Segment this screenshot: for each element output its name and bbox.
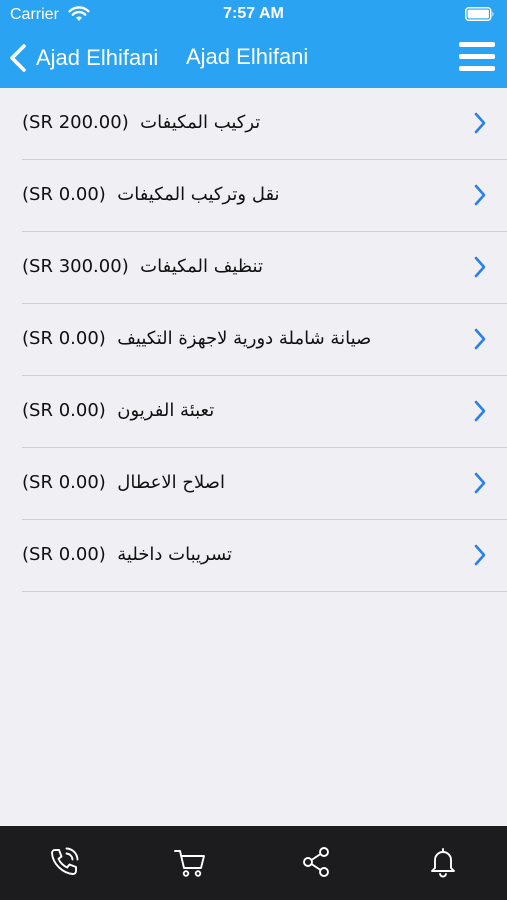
service-label: صيانة شاملة دورية لاجهزة التكييف (0.00 S…: [22, 328, 371, 354]
service-name: نقل وتركيب المكيفات: [117, 184, 280, 205]
page-title: Ajad Elhifani: [186, 44, 309, 69]
service-name: اصلاح الاعطال: [117, 472, 225, 493]
battery-icon: [465, 7, 494, 21]
chevron-right-icon: [474, 328, 486, 350]
share-icon: [303, 847, 329, 877]
service-name: تركيب المكيفات: [140, 112, 261, 133]
list-item[interactable]: تنظيف المكيفات (300.00 SR): [0, 232, 507, 304]
back-label: Ajad Elhifani: [36, 45, 159, 70]
service-name: تنظيف المكيفات: [140, 256, 263, 277]
chevron-right-icon: [474, 184, 486, 206]
service-price: (0.00 SR): [22, 328, 106, 349]
cart-icon: [174, 850, 205, 877]
service-label: تركيب المكيفات (200.00 SR): [22, 112, 260, 138]
bottom-tab-bar: [0, 826, 507, 900]
menu-icon: [459, 42, 495, 47]
service-price: (0.00 SR): [22, 184, 106, 205]
list-item[interactable]: صيانة شاملة دورية لاجهزة التكييف (0.00 S…: [0, 304, 507, 376]
list-item[interactable]: تركيب المكيفات (200.00 SR): [0, 88, 507, 160]
chevron-right-icon: [474, 472, 486, 494]
status-bar: Carrier 7:57 AM: [0, 0, 507, 30]
service-label: نقل وتركيب المكيفات (0.00 SR): [22, 184, 280, 210]
service-label: تعبئة الفريون (0.00 SR): [22, 400, 214, 426]
service-label: تنظيف المكيفات (300.00 SR): [22, 256, 263, 282]
service-name: تسريبات داخلية: [117, 544, 233, 565]
service-price: (300.00 SR): [22, 256, 129, 277]
service-price: (0.00 SR): [22, 400, 106, 421]
phone-icon: [51, 847, 79, 875]
app-header: Carrier 7:57 AM Ajad Elhifani Ajad Elhif…: [0, 0, 507, 88]
bell-icon: [431, 848, 455, 878]
service-label: تسريبات داخلية (0.00 SR): [22, 544, 232, 570]
share-button[interactable]: [298, 844, 334, 880]
list-item[interactable]: نقل وتركيب المكيفات (0.00 SR): [0, 160, 507, 232]
service-label: اصلاح الاعطال (0.00 SR): [22, 472, 225, 498]
service-name: تعبئة الفريون: [117, 400, 215, 421]
chevron-right-icon: [474, 544, 486, 566]
notifications-button[interactable]: [425, 844, 461, 880]
clock: 7:57 AM: [223, 5, 284, 22]
service-price: (200.00 SR): [22, 112, 129, 133]
list-item[interactable]: تسريبات داخلية (0.00 SR): [0, 520, 507, 592]
services-list: تركيب المكيفات (200.00 SR) نقل وتركيب ال…: [0, 88, 507, 592]
cart-button[interactable]: [172, 844, 208, 880]
service-price: (0.00 SR): [22, 472, 106, 493]
navigation-bar: Ajad Elhifani Ajad Elhifani: [0, 30, 507, 88]
chevron-right-icon: [474, 256, 486, 278]
service-name: صيانة شاملة دورية لاجهزة التكييف: [117, 328, 372, 349]
service-price: (0.00 SR): [22, 544, 106, 565]
back-button[interactable]: Ajad Elhifani: [8, 40, 158, 76]
call-button[interactable]: [46, 844, 82, 880]
chevron-left-icon: [10, 44, 26, 72]
chevron-right-icon: [474, 112, 486, 134]
divider: [22, 591, 507, 592]
list-item[interactable]: اصلاح الاعطال (0.00 SR): [0, 448, 507, 520]
chevron-right-icon: [474, 400, 486, 422]
menu-button[interactable]: [459, 42, 495, 74]
list-item[interactable]: تعبئة الفريون (0.00 SR): [0, 376, 507, 448]
